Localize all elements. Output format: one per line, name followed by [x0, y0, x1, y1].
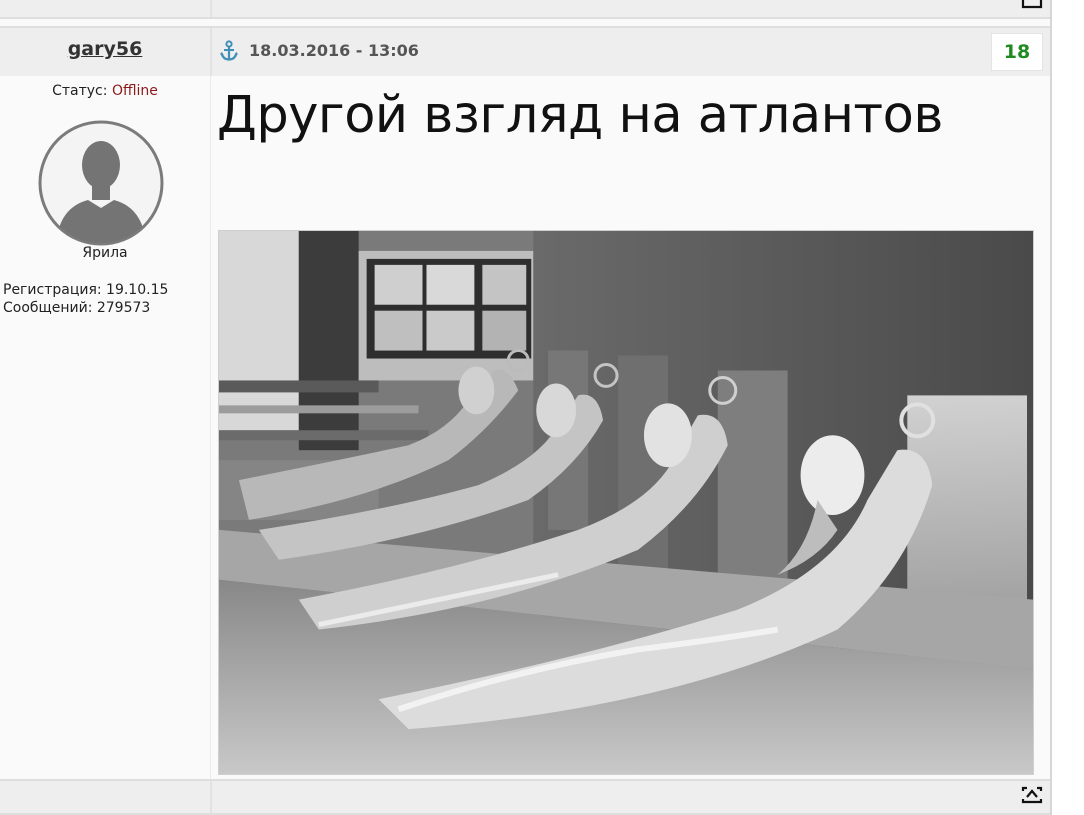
author-message-count: Сообщений: 279573: [3, 300, 151, 316]
post-title: Другой взгляд на атлантов: [217, 86, 943, 145]
author-registration: Регистрация: 19.10.15: [3, 282, 169, 298]
post-number-link[interactable]: 18: [991, 33, 1043, 71]
author-rank: Ярила: [82, 245, 128, 261]
column-divider: [210, 0, 212, 17]
author-username-link[interactable]: gary56: [0, 38, 210, 60]
author-status: Статус: Offline: [0, 83, 210, 99]
back-to-top-icon[interactable]: [1021, 0, 1043, 9]
divider: [0, 17, 1050, 19]
status-label: Статус:: [52, 83, 108, 99]
post-footer-bar: [0, 781, 1050, 813]
previous-post-footer-bar: [0, 0, 1050, 17]
post-datetime: 18.03.2016 - 13:06: [249, 41, 419, 60]
page-right-border: [1050, 0, 1052, 815]
column-divider: [210, 28, 212, 76]
column-divider: [210, 76, 211, 781]
anchor-icon[interactable]: [219, 40, 239, 62]
column-divider: [210, 781, 212, 813]
divider: [0, 26, 1050, 28]
back-to-top-icon[interactable]: [1021, 786, 1043, 804]
post-image-atlantes-sculptures[interactable]: [218, 230, 1034, 775]
status-value: Offline: [111, 83, 158, 99]
default-user-avatar-icon[interactable]: [38, 120, 164, 246]
